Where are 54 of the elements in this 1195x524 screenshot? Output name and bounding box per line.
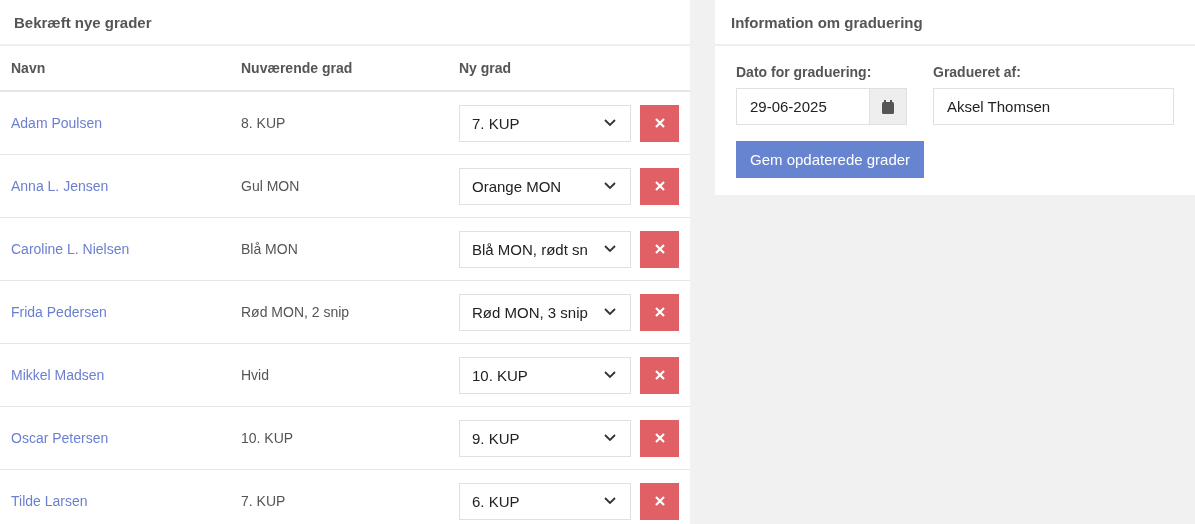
table-cell-text: Blå MON <box>241 241 299 257</box>
chevron-down-icon <box>604 119 616 127</box>
grade-select[interactable]: Orange MON <box>459 167 631 205</box>
student-link[interactable]: Mikkel Madsen <box>11 367 105 383</box>
remove-button[interactable] <box>640 167 679 205</box>
calendar-icon <box>882 99 894 114</box>
table-cell-text: Rød MON, 2 snip <box>241 304 351 320</box>
table-cell-text: 7. KUP <box>241 493 287 509</box>
close-icon <box>654 370 665 380</box>
date-field[interactable]: 29-06-2025 <box>736 88 870 125</box>
panel-title: Bekræft nye grader <box>14 13 152 31</box>
table-cell-text: Gul MON <box>241 178 301 194</box>
column-header: Ny grad <box>459 60 512 76</box>
close-icon <box>654 244 665 254</box>
chevron-down-icon <box>604 497 616 505</box>
panel-title: Information om graduering <box>731 13 923 31</box>
close-icon <box>654 496 665 506</box>
grade-select[interactable]: 10. KUP <box>459 356 631 394</box>
remove-button[interactable] <box>640 230 679 268</box>
remove-button[interactable] <box>640 419 679 457</box>
chevron-down-icon <box>604 245 616 253</box>
student-link[interactable]: Tilde Larsen <box>11 493 88 509</box>
column-header: Nuværende grad <box>241 60 354 76</box>
table-cell-text: 10. KUP <box>241 430 295 446</box>
grade-select[interactable]: 6. KUP <box>459 482 631 520</box>
remove-button[interactable] <box>640 356 679 394</box>
close-icon <box>654 181 665 191</box>
column-header: Navn <box>11 60 47 76</box>
save-button[interactable]: Gem opdaterede grader <box>736 141 925 178</box>
calendar-button[interactable] <box>870 88 907 125</box>
grade-select[interactable]: Blå MON, rødt sn <box>459 230 631 268</box>
student-link[interactable]: Caroline L. Nielsen <box>11 241 130 257</box>
close-icon <box>654 307 665 317</box>
field-label: Dato for graduering: <box>736 64 873 80</box>
chevron-down-icon <box>604 308 616 316</box>
student-link[interactable]: Adam Poulsen <box>11 115 103 131</box>
chevron-down-icon <box>604 434 616 442</box>
student-link[interactable]: Frida Pedersen <box>11 304 107 320</box>
table-cell-text: Hvid <box>241 367 270 383</box>
close-icon <box>654 433 665 443</box>
remove-button[interactable] <box>640 293 679 331</box>
remove-button[interactable] <box>640 104 679 142</box>
student-link[interactable]: Oscar Petersen <box>11 430 109 446</box>
grade-select[interactable]: 9. KUP <box>459 419 631 457</box>
input-field[interactable]: Aksel Thomsen <box>933 88 1174 125</box>
close-icon <box>654 118 665 128</box>
grade-select[interactable]: Rød MON, 3 snip <box>459 293 631 331</box>
field-label: Gradueret af: <box>933 64 1022 80</box>
chevron-down-icon <box>604 371 616 379</box>
chevron-down-icon <box>604 182 616 190</box>
student-link[interactable]: Anna L. Jensen <box>11 178 109 194</box>
grade-select[interactable]: 7. KUP <box>459 104 631 142</box>
table-cell-text: 8. KUP <box>241 115 287 131</box>
remove-button[interactable] <box>640 482 679 520</box>
